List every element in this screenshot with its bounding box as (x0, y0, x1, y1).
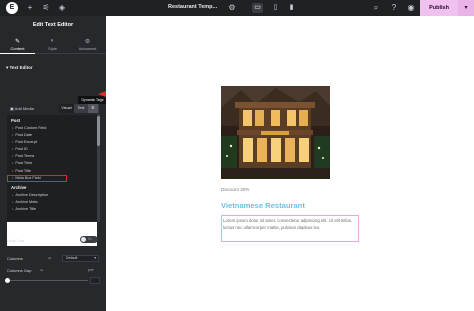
chevron-down-icon[interactable]: ▾ (458, 0, 474, 16)
add-media-label: Add Media (14, 106, 34, 111)
pencil-icon: ✎ (14, 39, 21, 45)
eye-icon[interactable]: ◉ (405, 2, 417, 14)
unit-label: px (88, 268, 92, 272)
tag-archive-meta[interactable]: Archive Meta (7, 199, 97, 206)
toggle-state: No (88, 237, 93, 241)
tag-meta-box-field[interactable]: Meta Box Field (7, 174, 67, 182)
half-circle-icon: ◐ (50, 38, 55, 44)
columns-gap-slider-track[interactable] (8, 280, 88, 281)
layers-icon[interactable]: ◈ (56, 2, 68, 14)
section-title-label: Text Editor (9, 65, 33, 70)
preview-canvas: Discount 30% Vietnamese Restaurant Lorem… (106, 16, 474, 311)
toggle-knob (81, 237, 86, 242)
columns-gap-label: Columns Gap (7, 268, 32, 273)
tag-group-archive: Archive (11, 184, 27, 190)
discount-label[interactable]: Discount 30% (221, 187, 249, 192)
mobile-icon[interactable]: ▮ (286, 3, 297, 13)
dynamic-tags-icon[interactable]: ≡ (88, 104, 98, 113)
tag-archive-description[interactable]: Archive Description (7, 192, 97, 199)
unit-selector[interactable]: px▾ (88, 268, 94, 272)
monitor-icon: ▭ (48, 256, 52, 260)
dynamic-tags-dropdown[interactable]: Post Post Custom Field Post Date Post Ex… (7, 115, 97, 221)
editor-panel: Edit Text Editor ✎ Content ◐ Style ⚙ Adv… (0, 16, 107, 311)
drop-cap-toggle[interactable]: No (80, 236, 98, 243)
top-bar: E + ⚟ ◈ Restaurant Temp... ⚙ ▭ ▯ ▮ ⌕ ? ◉… (0, 0, 474, 16)
panel-title: Edit Text Editor (32, 22, 74, 28)
restaurant-photo[interactable] (221, 86, 330, 179)
section-text-editor[interactable]: ▾ Text Editor (6, 65, 33, 71)
columns-label: Columns (7, 256, 23, 261)
panel-tabs: ✎ Content ◐ Style ⚙ Advanced (0, 36, 106, 54)
tag-post-date[interactable]: Post Date (7, 132, 97, 139)
elementor-logo[interactable]: E (6, 2, 18, 14)
tag-post-id[interactable]: Post ID (7, 146, 97, 153)
publish-button[interactable]: Publish (420, 0, 458, 16)
tag-group-post: Post (11, 118, 21, 123)
tab-style-label: Style (48, 46, 57, 51)
tags-scrollbar[interactable] (97, 114, 100, 222)
tab-content[interactable]: ✎ Content (0, 36, 35, 54)
tag-post-custom-field[interactable]: Post Custom Field (7, 125, 97, 132)
monitor-icon: ▭ (40, 268, 44, 272)
scrollbar-thumb[interactable] (97, 116, 100, 146)
text-editor-widget[interactable]: Lorem ipsum dolor sit amet, consectetur … (221, 215, 359, 242)
drop-cap-label: Drop Cap (7, 238, 25, 243)
tab-style[interactable]: ◐ Style (35, 36, 70, 54)
columns-select[interactable]: Default ▾ (62, 255, 99, 262)
tab-text[interactable]: Text (74, 104, 88, 113)
columns-gap-input[interactable] (90, 277, 100, 284)
desktop-icon[interactable]: ▭ (252, 3, 263, 13)
columns-select-value: Default (66, 256, 78, 260)
tab-visual[interactable]: Visual (59, 104, 74, 113)
tag-post-terms[interactable]: Post Terms (7, 153, 97, 160)
plus-icon[interactable]: + (24, 2, 36, 14)
add-media-button[interactable]: ▣ Add Media (10, 106, 34, 111)
tab-advanced-label: Advanced (78, 46, 97, 51)
tab-content-label: Content (10, 46, 25, 51)
help-icon[interactable]: ? (388, 2, 400, 14)
tag-post-time[interactable]: Post Time (7, 160, 97, 167)
tag-post-excerpt[interactable]: Post Excerpt (7, 139, 97, 146)
tag-archive-title[interactable]: Archive Title (7, 206, 97, 213)
tag-post-title[interactable]: Post Title (7, 168, 97, 175)
restaurant-heading[interactable]: Vietnamese Restaurant (221, 201, 305, 210)
sliders-icon[interactable]: ⚟ (40, 2, 52, 14)
elementor-editor: E + ⚟ ◈ Restaurant Temp... ⚙ ▭ ▯ ▮ ⌕ ? ◉… (0, 0, 474, 311)
page-title[interactable]: Restaurant Temp... (168, 4, 217, 10)
columns-gap-slider-handle[interactable] (5, 278, 10, 283)
gear-icon: ⚙ (84, 39, 91, 45)
search-icon[interactable]: ⌕ (370, 2, 382, 14)
gear-icon[interactable]: ⚙ (226, 2, 238, 14)
chevron-down-icon: ▾ (94, 256, 96, 260)
tablet-icon[interactable]: ▯ (270, 3, 281, 13)
tab-advanced[interactable]: ⚙ Advanced (70, 36, 105, 54)
